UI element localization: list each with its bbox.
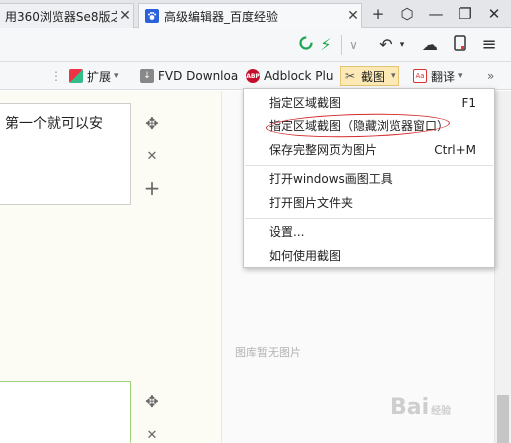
menu-item-shortcut: F1: [461, 96, 476, 110]
menu-item-label: 保存完整网页为图片: [269, 143, 378, 157]
adblock-plus-button[interactable]: ABP Adblock Plu: [246, 67, 333, 85]
delete-icon[interactable]: ✕: [143, 427, 161, 443]
caret-down-icon[interactable]: ▾: [396, 35, 408, 55]
cloud-icon[interactable]: ☁: [420, 35, 440, 55]
tab-advanced-editor[interactable]: 高级编辑器_百度经验 ✕: [138, 3, 362, 28]
menu-item-label: 如何使用截图: [269, 249, 342, 263]
translate-button[interactable]: Aa 翻译 ▾: [413, 67, 463, 85]
ext-label: 翻译: [431, 69, 456, 84]
step-text: 第一个就可以安: [5, 116, 103, 132]
tab-label: 高级编辑器_百度经验: [164, 9, 279, 24]
phone-icon[interactable]: [450, 35, 470, 55]
menu-separator: [245, 218, 493, 219]
scrollbar[interactable]: [494, 91, 511, 443]
close-tab-icon[interactable]: ✕: [345, 8, 361, 24]
ext-label: Adblock Plu: [264, 69, 334, 83]
download-arrow-icon: ↓: [140, 69, 154, 83]
baidu-watermark: Bai 经验: [390, 395, 452, 420]
menu-item-open-paint[interactable]: 打开windows画图工具: [244, 167, 494, 191]
menu-item-label: 打开图片文件夹: [269, 196, 354, 210]
menu-separator: [245, 165, 493, 166]
step-card[interactable]: 第一个就可以安: [0, 103, 131, 205]
close-window-button[interactable]: ✕: [483, 4, 505, 24]
screenshot-button[interactable]: ✂ 截图 ▾: [340, 66, 399, 86]
no-images-text: 图库暂无图片: [235, 346, 301, 359]
tab-label: 用360浏览器Se8版之: [5, 9, 117, 24]
refresh-icon[interactable]: [296, 35, 316, 55]
fvd-download-button[interactable]: ↓ FVD Downloa: [140, 67, 238, 85]
new-tab-button[interactable]: +: [367, 4, 389, 24]
move-icon[interactable]: ✥: [143, 393, 161, 411]
baidu-paw-icon: [145, 9, 159, 23]
move-icon[interactable]: ✥: [143, 115, 161, 133]
chevron-down-icon[interactable]: ∨: [341, 35, 365, 55]
add-icon[interactable]: +: [143, 178, 161, 198]
more-extensions-button[interactable]: »: [487, 67, 494, 85]
menu-item-region-capture[interactable]: 指定区域截图 F1: [244, 91, 494, 115]
close-tab-icon[interactable]: ✕: [117, 8, 133, 24]
translate-icon: Aa: [413, 69, 427, 83]
tab-bar: 用360浏览器Se8版之 ✕ 高级编辑器_百度经验 ✕ + ⬡ — ❐ ✕: [0, 0, 511, 28]
menu-item-shortcut: Ctrl+M: [434, 143, 476, 157]
speed-mode-icon[interactable]: ⚡: [316, 35, 336, 55]
separator-icon: ⋮: [50, 69, 62, 83]
minimize-button[interactable]: —: [425, 4, 447, 24]
caret-down-icon: ▾: [391, 71, 396, 81]
extensions-button[interactable]: 扩展 ▾: [69, 67, 119, 85]
tab-360-browser[interactable]: 用360浏览器Se8版之 ✕: [0, 3, 134, 28]
extension-bar: ⋮ 扩展 ▾ ↓ FVD Downloa ABP Adblock Plu ✂ 截…: [0, 62, 511, 90]
caret-down-icon: ▾: [458, 71, 463, 81]
menu-icon[interactable]: ≡: [479, 35, 499, 55]
scissors-icon: ✂: [344, 69, 356, 83]
step-card-next[interactable]: [0, 381, 131, 443]
menu-item-label: 指定区域截图: [269, 96, 342, 110]
menu-item-open-image-folder[interactable]: 打开图片文件夹: [244, 191, 494, 215]
scroll-thumb[interactable]: [497, 395, 509, 443]
caret-down-icon: ▾: [114, 71, 119, 81]
menu-item-how-to-use[interactable]: 如何使用截图: [244, 244, 494, 268]
menu-item-label: 打开windows画图工具: [269, 172, 393, 186]
navigation-bar: ⚡ ∨ ↶ ▾ ☁ ≡: [0, 28, 511, 62]
menu-item-label: 设置...: [269, 225, 305, 239]
ext-label: FVD Downloa: [158, 69, 239, 83]
editor-left-pane: 第一个就可以安 ✥ ✕ + ✥ ✕: [0, 91, 222, 443]
extensions-icon: [69, 69, 83, 83]
restore-button[interactable]: ❐: [454, 4, 476, 24]
ext-label: 截图: [361, 69, 386, 84]
undo-icon[interactable]: ↶: [376, 35, 396, 55]
skin-icon[interactable]: ⬡: [396, 4, 418, 24]
adblock-icon: ABP: [246, 69, 260, 83]
menu-item-settings[interactable]: 设置...: [244, 220, 494, 244]
ext-label: 扩展: [87, 69, 112, 84]
delete-icon[interactable]: ✕: [143, 148, 161, 166]
menu-item-save-page-as-image[interactable]: 保存完整网页为图片 Ctrl+M: [244, 138, 494, 162]
